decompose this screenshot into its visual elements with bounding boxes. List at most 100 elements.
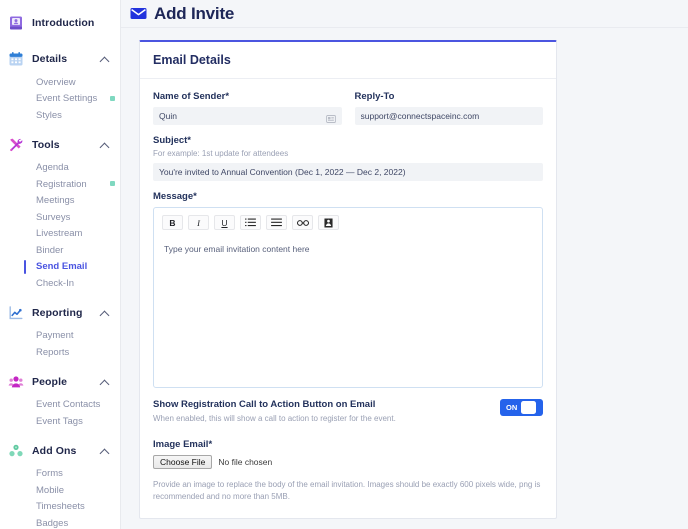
sidebar-item-livestream[interactable]: Livestream (0, 226, 120, 243)
contact-card-icon[interactable] (325, 111, 336, 123)
sidebar-item-label: Timesheets (36, 501, 85, 513)
sidebar-sublist-people: Event Contacts Event Tags (0, 395, 120, 436)
main-content: Add Invite Email Details Name of Sender* (121, 0, 688, 529)
sidebar-item-event-contacts[interactable]: Event Contacts (0, 397, 120, 414)
sidebar-group-tools: Tools Agenda Registration Meetings Surve… (0, 132, 120, 298)
sidebar-group-people: People Event Contacts Event Tags (0, 369, 120, 436)
sidebar-sublist-details: Overview Event Settings Styles (0, 72, 120, 130)
email-details-card: Email Details Name of Sender* Quin Reply… (139, 40, 557, 520)
choose-file-button[interactable]: Choose File (153, 455, 213, 469)
people-icon (6, 372, 25, 391)
image-icon[interactable] (318, 215, 339, 230)
sidebar-group-introduction: Introduction (0, 10, 120, 36)
sidebar-group-details: Details Overview Event Settings Styles (0, 46, 120, 130)
registration-cta-row: Show Registration Call to Action Button … (153, 399, 543, 423)
sidebar-item-forms[interactable]: Forms (0, 466, 120, 483)
sidebar-item-people[interactable]: People (0, 369, 120, 395)
sidebar-item-introduction[interactable]: Introduction (0, 10, 120, 36)
sidebar-item-label: Meetings (36, 195, 75, 207)
sidebar-item-label: People (32, 375, 68, 388)
sidebar-item-reports[interactable]: Reports (0, 344, 120, 361)
sender-input[interactable] (153, 107, 342, 125)
sidebar-item-registration[interactable]: Registration (0, 176, 120, 193)
sidebar-item-label: Forms (36, 468, 63, 480)
sidebar-item-overview[interactable]: Overview (0, 74, 120, 91)
sidebar-group-add-ons: Add Ons Forms Mobile Timesheets Badges L… (0, 438, 120, 529)
link-icon[interactable] (292, 215, 313, 230)
chevron-up-icon[interactable] (99, 56, 110, 67)
sidebar-item-label: Binder (36, 244, 64, 256)
registration-cta-description: When enabled, this will show a call to a… (153, 414, 396, 423)
sidebar-item-tools[interactable]: Tools (0, 132, 120, 158)
blocks-icon (6, 441, 25, 460)
chevron-up-icon[interactable] (99, 310, 110, 320)
rich-text-editor: B I U Type your email invitation content… (153, 207, 543, 388)
sidebar-item-reporting[interactable]: Reporting (0, 300, 120, 326)
sidebar-item-label: Event Contacts (36, 399, 101, 411)
sidebar-item-label: Livestream (36, 228, 83, 240)
file-status-text: No file chosen (218, 457, 273, 467)
sidebar-item-binder[interactable]: Binder (0, 242, 120, 259)
sidebar-item-styles[interactable]: Styles (0, 107, 120, 124)
envelope-icon (130, 7, 147, 20)
sidebar-item-badges[interactable]: Badges (0, 515, 120, 529)
sidebar-sublist-tools: Agenda Registration Meetings Surveys Liv… (0, 158, 120, 298)
subject-hint: For example: 1st update for attendees (153, 149, 289, 158)
sidebar-item-timesheets[interactable]: Timesheets (0, 499, 120, 516)
page-title: Add Invite (154, 3, 235, 23)
sidebar-item-label: Badges (36, 517, 69, 529)
card-title: Email Details (153, 53, 231, 67)
registration-cta-toggle[interactable]: ON (500, 399, 543, 416)
message-field-group: Message* B I U Type your email invitatio… (153, 191, 543, 388)
sidebar-item-label: Overview (36, 76, 76, 88)
sidebar-item-send-email[interactable]: Send Email (0, 259, 120, 276)
sidebar-item-check-in[interactable]: Check-In (0, 275, 120, 292)
chevron-up-icon[interactable] (99, 379, 110, 389)
sidebar-item-add-ons[interactable]: Add Ons (0, 438, 120, 464)
sidebar: Introduction Details Overview Event Sett… (0, 0, 121, 529)
message-label: Message* (153, 191, 197, 202)
sender-input-wrapper (153, 107, 342, 125)
sidebar-item-meetings[interactable]: Meetings (0, 193, 120, 210)
sidebar-item-label: Surveys (36, 211, 71, 223)
sidebar-item-payment[interactable]: Payment (0, 328, 120, 345)
italic-icon[interactable]: I (188, 215, 209, 230)
editor-toolbar: B I U (154, 208, 542, 236)
registration-cta-text: Show Registration Call to Action Button … (153, 399, 396, 423)
subject-input[interactable] (153, 163, 543, 181)
underline-icon[interactable]: U (214, 215, 235, 230)
unordered-list-icon[interactable] (266, 215, 287, 230)
sidebar-item-label: Add Ons (32, 444, 77, 457)
tools-icon (6, 135, 25, 154)
sidebar-item-label: Introduction (32, 17, 95, 29)
registration-cta-label: Show Registration Call to Action Button … (153, 399, 376, 410)
book-badge-icon (6, 14, 25, 33)
app-root: Introduction Details Overview Event Sett… (0, 0, 688, 529)
status-badge (110, 95, 115, 101)
sidebar-item-label: Styles (36, 109, 62, 121)
card-body: Name of Sender* Quin Reply-To support@co… (140, 79, 556, 518)
sidebar-item-label: Payment (36, 330, 74, 342)
sidebar-sublist-reporting: Payment Reports (0, 326, 120, 367)
sidebar-item-event-tags[interactable]: Event Tags (0, 413, 120, 430)
sidebar-item-label: Details (32, 53, 68, 65)
sidebar-item-mobile[interactable]: Mobile (0, 482, 120, 499)
ordered-list-icon[interactable] (240, 215, 261, 230)
sidebar-item-surveys[interactable]: Surveys (0, 209, 120, 226)
card-header: Email Details (140, 42, 556, 79)
message-textarea[interactable]: Type your email invitation content here (154, 236, 542, 262)
image-email-section: Image Email* Choose File No file chosen … (153, 439, 543, 502)
toggle-state-label: ON (506, 403, 518, 412)
sidebar-item-agenda[interactable]: Agenda (0, 160, 120, 177)
reply-to-input[interactable] (354, 107, 543, 125)
chevron-up-icon[interactable] (99, 448, 110, 458)
subject-field-group: Subject* For example: 1st update for att… (153, 135, 543, 181)
bold-icon[interactable]: B (162, 215, 183, 230)
chevron-up-icon[interactable] (99, 142, 110, 152)
sidebar-item-details[interactable]: Details (0, 46, 120, 72)
page-header: Add Invite (121, 0, 688, 28)
sidebar-item-label: Mobile (36, 484, 64, 496)
sender-label: Name of Sender* (153, 91, 230, 102)
sidebar-item-event-settings[interactable]: Event Settings (0, 91, 120, 108)
